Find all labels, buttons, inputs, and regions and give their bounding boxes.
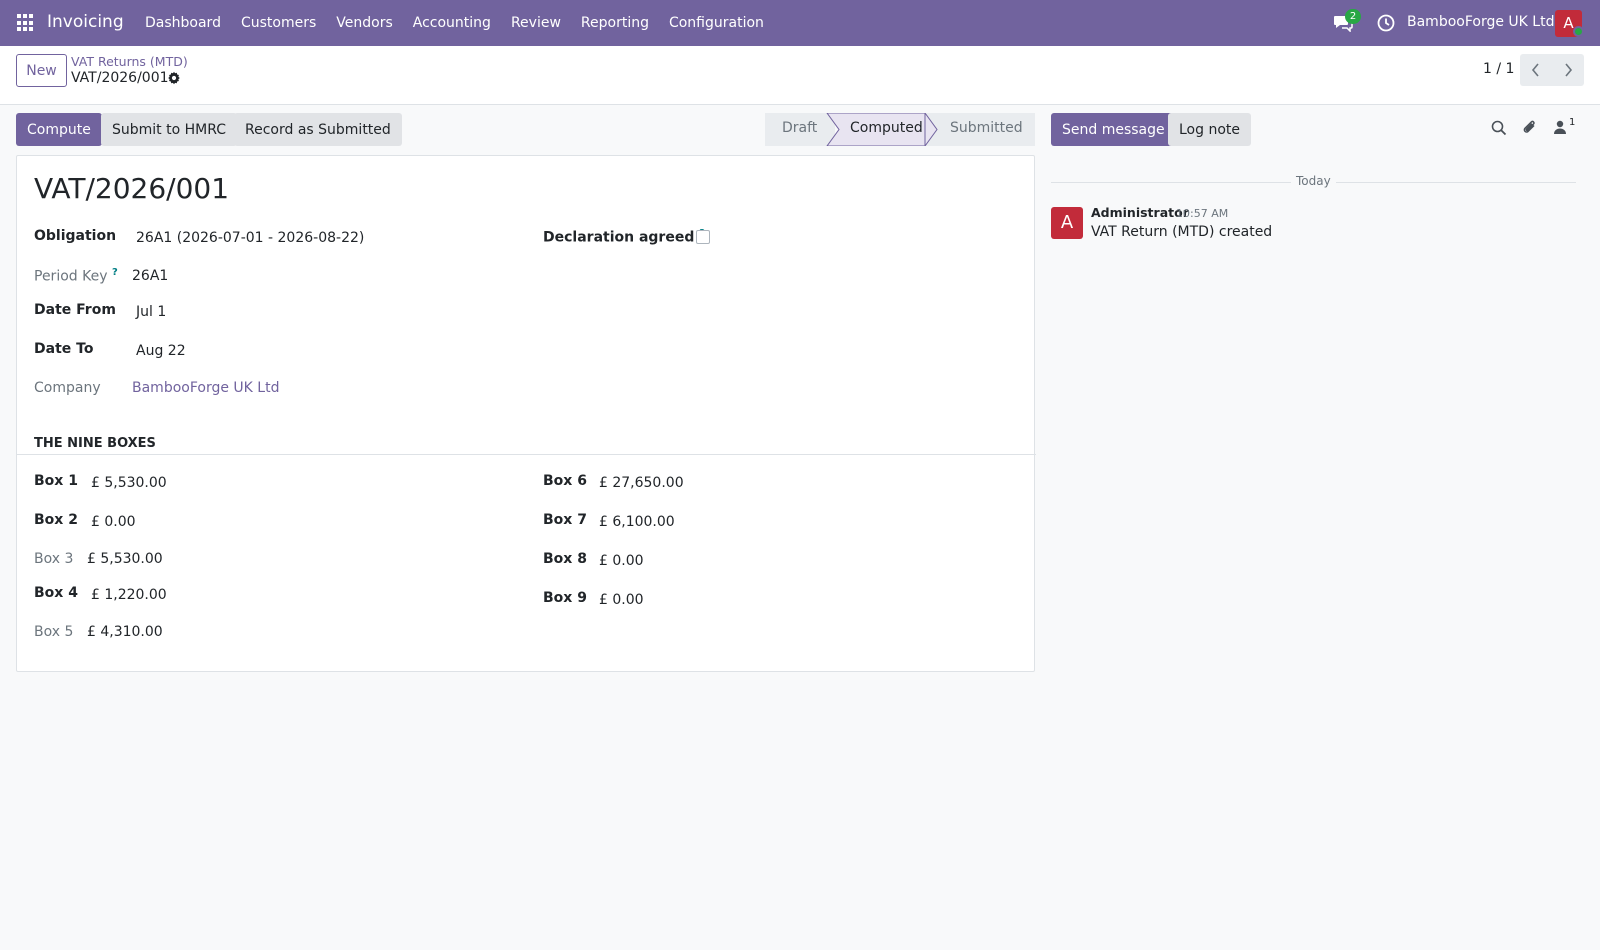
message-author-avatar[interactable]: A	[1051, 207, 1083, 239]
app-name[interactable]: Invoicing	[47, 12, 124, 32]
box-3-field: £ 5,530.00	[87, 551, 163, 567]
box-6-field[interactable]: £ 27,650.00	[599, 475, 684, 491]
new-button[interactable]: New	[16, 54, 67, 87]
declaration-agreed-checkbox[interactable]	[696, 230, 710, 244]
box-2-field[interactable]: £ 0.00	[91, 514, 136, 530]
chevron-left-icon	[1531, 63, 1539, 77]
box-7-label: Box 7	[543, 512, 587, 528]
send-message-button[interactable]: Send message	[1051, 113, 1176, 146]
menu-accounting[interactable]: Accounting	[403, 0, 501, 46]
control-panel: New VAT Returns (MTD) VAT/2026/001 1 / 1	[0, 46, 1600, 105]
message-time: 10:57 AM	[1176, 207, 1229, 220]
box-9-field[interactable]: £ 0.00	[599, 592, 644, 608]
message-body: VAT Return (MTD) created	[1091, 224, 1273, 240]
box-9-label: Box 9	[543, 590, 587, 606]
box-4-label: Box 4	[34, 585, 78, 601]
followers-count: 1	[1569, 117, 1576, 128]
form-sheet: VAT/2026/001 Obligation 26A1 (2026-07-01…	[16, 155, 1036, 672]
nine-boxes-section-title: THE NINE BOXES	[34, 436, 156, 451]
message-author[interactable]: Administrator	[1091, 205, 1189, 220]
menu-configuration[interactable]: Configuration	[659, 0, 774, 46]
obligation-field[interactable]: 26A1 (2026-07-01 - 2026-08-22)	[136, 230, 364, 246]
gear-icon[interactable]	[167, 71, 181, 85]
followers-icon[interactable]	[1553, 119, 1567, 135]
declaration-agreed-label: Declaration agreed ?	[543, 228, 705, 246]
date-from-field[interactable]: Jul 1	[136, 304, 166, 320]
pager-previous-button[interactable]	[1520, 54, 1552, 86]
menu-dashboard[interactable]: Dashboard	[135, 0, 231, 46]
log-note-button[interactable]: Log note	[1168, 113, 1251, 146]
date-from-label: Date From	[34, 302, 116, 318]
box-7-field[interactable]: £ 6,100.00	[599, 514, 675, 530]
day-separator-label: Today	[1296, 174, 1331, 188]
top-navbar: Invoicing Dashboard Customers Vendors Ac…	[0, 0, 1600, 46]
menu-vendors[interactable]: Vendors	[326, 0, 402, 46]
chat-count-badge: 2	[1345, 9, 1361, 24]
box-4-field[interactable]: £ 1,220.00	[91, 587, 167, 603]
period-key-field: 26A1	[132, 268, 169, 284]
clock-icon[interactable]	[1377, 14, 1395, 32]
chevron-right-icon	[1565, 63, 1573, 77]
company-link[interactable]: BambooForge UK Ltd	[132, 380, 279, 396]
status-draft[interactable]: Draft	[782, 120, 817, 136]
submit-to-hmrc-button[interactable]: Submit to HMRC	[101, 113, 238, 146]
paperclip-icon[interactable]	[1521, 119, 1539, 137]
pager-value[interactable]: 1 / 1	[1483, 61, 1514, 77]
status-computed[interactable]: Computed	[850, 120, 923, 136]
date-to-field[interactable]: Aug 22	[136, 343, 186, 359]
period-key-help-icon[interactable]: ?	[112, 267, 118, 278]
obligation-label: Obligation	[34, 228, 117, 244]
box-5-label: Box 5	[34, 624, 74, 640]
status-submitted[interactable]: Submitted	[950, 120, 1023, 136]
box-1-label: Box 1	[34, 473, 78, 489]
menu-review[interactable]: Review	[501, 0, 571, 46]
box-5-field: £ 4,310.00	[87, 624, 163, 640]
record-as-submitted-button[interactable]: Record as Submitted	[234, 113, 402, 146]
box-8-field[interactable]: £ 0.00	[599, 553, 644, 569]
section-divider	[17, 454, 1036, 455]
search-icon[interactable]	[1491, 120, 1507, 136]
breadcrumb-vat-returns[interactable]: VAT Returns (MTD)	[71, 54, 188, 69]
main-menu: Dashboard Customers Vendors Accounting R…	[135, 0, 774, 46]
company-label: Company	[34, 380, 101, 396]
box-2-label: Box 2	[34, 512, 78, 528]
app-menu-grid-icon[interactable]	[17, 14, 35, 32]
compute-button[interactable]: Compute	[16, 113, 102, 146]
day-separator-line	[1336, 182, 1576, 183]
pager-next-button[interactable]	[1552, 54, 1584, 86]
day-separator-line	[1051, 182, 1291, 183]
box-3-label: Box 3	[34, 551, 74, 567]
period-key-label: Period Key ?	[34, 267, 118, 285]
menu-reporting[interactable]: Reporting	[571, 0, 659, 46]
box-8-label: Box 8	[543, 551, 587, 567]
box-6-label: Box 6	[543, 473, 587, 489]
record-title: VAT/2026/001	[34, 172, 230, 205]
date-to-label: Date To	[34, 341, 94, 357]
box-1-field[interactable]: £ 5,530.00	[91, 475, 167, 491]
online-status-indicator	[1573, 26, 1584, 37]
company-switcher[interactable]: BambooForge UK Ltd	[1407, 14, 1554, 30]
menu-customers[interactable]: Customers	[231, 0, 326, 46]
breadcrumb-current-record: VAT/2026/001	[71, 70, 169, 86]
